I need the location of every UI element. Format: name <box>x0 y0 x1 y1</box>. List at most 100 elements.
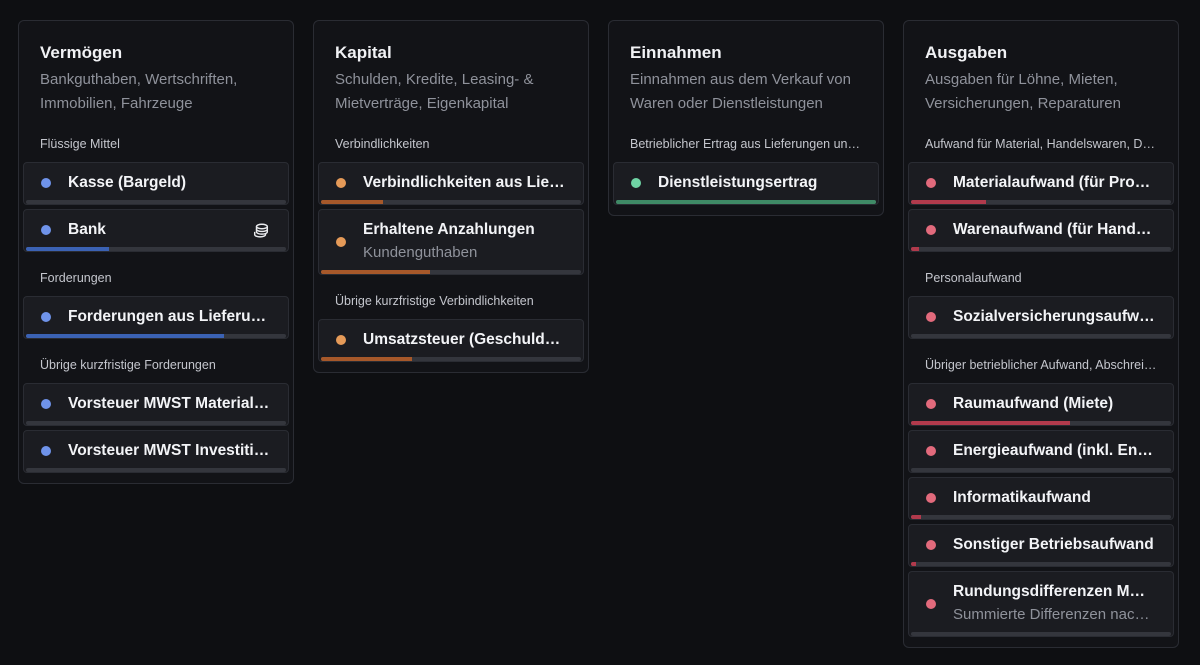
account-title: Umsatzsteuer (Geschuldete MWST) <box>363 331 565 348</box>
group-label: Verbindlichkeiten <box>335 137 430 151</box>
column-header: Ausgaben Ausgaben für Löhne, Mieten, Vers… <box>904 21 1178 116</box>
progress-bar <box>911 468 1171 472</box>
account-card[interactable]: Vorsteuer MWST Investitionen <box>23 430 289 473</box>
column-description: Einnahmen aus dem Verkauf von Waren oder… <box>630 71 851 112</box>
account-card[interactable]: Raumaufwand (Miete) <box>908 383 1174 426</box>
status-dot <box>631 178 641 188</box>
account-card[interactable]: Sonstiger Betriebsaufwand <box>908 524 1174 567</box>
account-card[interactable]: Informatikaufwand <box>908 477 1174 520</box>
progress-bar <box>911 200 1171 204</box>
account-title: Sozialversicherungsaufwand <box>953 308 1155 325</box>
account-card[interactable]: Kasse (Bargeld) <box>23 162 289 205</box>
status-dot <box>41 399 51 409</box>
status-dot <box>926 178 936 188</box>
progress-bar <box>911 515 1171 519</box>
progress-bar <box>321 200 581 204</box>
status-dot <box>926 493 936 503</box>
progress-fill <box>321 357 412 361</box>
account-title: Materialaufwand (für Produktion) <box>953 174 1155 191</box>
status-dot <box>41 225 51 235</box>
progress-bar <box>911 247 1171 251</box>
account-title: Warenaufwand (für Handelswaren) <box>953 221 1155 238</box>
status-dot <box>41 178 51 188</box>
status-dot <box>926 540 936 550</box>
account-title: Forderungen aus Lieferungen und Leistung… <box>68 308 270 325</box>
progress-bar <box>26 334 286 338</box>
account-title: Informatikaufwand <box>953 489 1091 506</box>
progress-fill <box>321 270 431 274</box>
account-title: Bank <box>68 221 106 238</box>
progress-bar <box>26 247 286 251</box>
status-dot <box>336 178 346 188</box>
progress-bar <box>911 562 1171 566</box>
progress-fill <box>911 200 987 204</box>
column-title: Kapital <box>335 43 392 62</box>
accounts-board: Vermögen Bankguthaben, Wertschriften, Imm… <box>0 0 1200 665</box>
status-dot <box>336 237 346 247</box>
account-title: Vorsteuer MWST Investitionen <box>68 442 270 459</box>
account-title: Vorsteuer MWST Materialaufwand <box>68 395 270 412</box>
progress-fill <box>911 515 922 519</box>
account-card[interactable]: Materialaufwand (für Produktion) <box>908 162 1174 205</box>
account-title: Energieaufwand (inkl. Entsorgung) <box>953 442 1155 459</box>
progress-fill <box>911 247 919 251</box>
progress-fill <box>26 247 110 251</box>
account-card[interactable]: Dienstleistungsertrag <box>613 162 879 205</box>
status-dot <box>41 312 51 322</box>
progress-bar <box>911 334 1171 338</box>
progress-bar <box>911 421 1171 425</box>
progress-fill <box>321 200 384 204</box>
status-dot <box>926 599 936 609</box>
status-dot <box>926 225 936 235</box>
progress-fill <box>911 421 1070 425</box>
account-card[interactable]: Forderungen aus Lieferungen und Leistung… <box>23 296 289 339</box>
column-title: Einnahmen <box>630 43 722 62</box>
column-title: Ausgaben <box>925 43 1008 62</box>
group-label: Flüssige Mittel <box>40 137 120 151</box>
account-card[interactable]: Bank <box>23 209 289 252</box>
group-label: Übriger betrieblicher Aufwand, Abschreib… <box>925 358 1178 372</box>
account-card[interactable]: Erhaltene Anzahlungen Kundenguthaben <box>318 209 584 275</box>
progress-bar <box>321 270 581 274</box>
status-dot <box>926 446 936 456</box>
account-card[interactable]: Rundungsdifferenzen MWST Summierte Differ… <box>908 571 1174 637</box>
account-title: Sonstiger Betriebsaufwand <box>953 536 1154 553</box>
group-label: Forderungen <box>40 271 112 285</box>
account-card[interactable]: Vorsteuer MWST Materialaufwand <box>23 383 289 426</box>
column-description: Bankguthaben, Wertschriften, Immobilien,… <box>40 71 238 112</box>
group-label: Übrige kurzfristige Verbindlichkeiten <box>335 294 534 308</box>
status-dot <box>926 312 936 322</box>
column-2: Einnahmen Einnahmen aus dem Verkauf von W… <box>608 20 884 216</box>
progress-fill <box>911 562 917 566</box>
coins-icon <box>253 223 269 238</box>
account-subtitle: Summierte Differenzen nach Abrechnung <box>953 606 1155 623</box>
account-title: Verbindlichkeiten aus Lieferungen und Le… <box>363 174 565 191</box>
status-dot <box>926 399 936 409</box>
account-card[interactable]: Warenaufwand (für Handelswaren) <box>908 209 1174 252</box>
column-3: Ausgaben Ausgaben für Löhne, Mieten, Vers… <box>903 20 1179 648</box>
account-subtitle: Kundenguthaben <box>363 244 478 261</box>
account-card[interactable]: Umsatzsteuer (Geschuldete MWST) <box>318 319 584 362</box>
status-dot <box>336 335 346 345</box>
progress-bar <box>26 468 286 472</box>
progress-bar <box>321 357 581 361</box>
column-header: Kapital Schulden, Kredite, Leasing- & Mie… <box>314 21 588 116</box>
group-label: Betrieblicher Ertrag aus Lieferungen und… <box>630 137 883 151</box>
column-0: Vermögen Bankguthaben, Wertschriften, Imm… <box>18 20 294 484</box>
account-card[interactable]: Sozialversicherungsaufwand <box>908 296 1174 339</box>
account-title: Raumaufwand (Miete) <box>953 395 1114 412</box>
progress-fill <box>26 334 224 338</box>
group-label: Personalaufwand <box>925 271 1022 285</box>
column-header: Einnahmen Einnahmen aus dem Verkauf von W… <box>609 21 883 116</box>
account-title: Rundungsdifferenzen MWST <box>953 583 1155 600</box>
column-description: Ausgaben für Löhne, Mieten, Versicherung… <box>925 71 1121 112</box>
column-description: Schulden, Kredite, Leasing- & Mietverträ… <box>335 71 534 112</box>
progress-bar <box>26 421 286 425</box>
column-1: Kapital Schulden, Kredite, Leasing- & Mie… <box>313 20 589 373</box>
account-card[interactable]: Energieaufwand (inkl. Entsorgung) <box>908 430 1174 473</box>
progress-bar <box>911 632 1171 636</box>
account-card[interactable]: Verbindlichkeiten aus Lieferungen und Le… <box>318 162 584 205</box>
progress-bar <box>616 200 876 204</box>
status-dot <box>41 446 51 456</box>
progress-bar <box>26 200 286 204</box>
